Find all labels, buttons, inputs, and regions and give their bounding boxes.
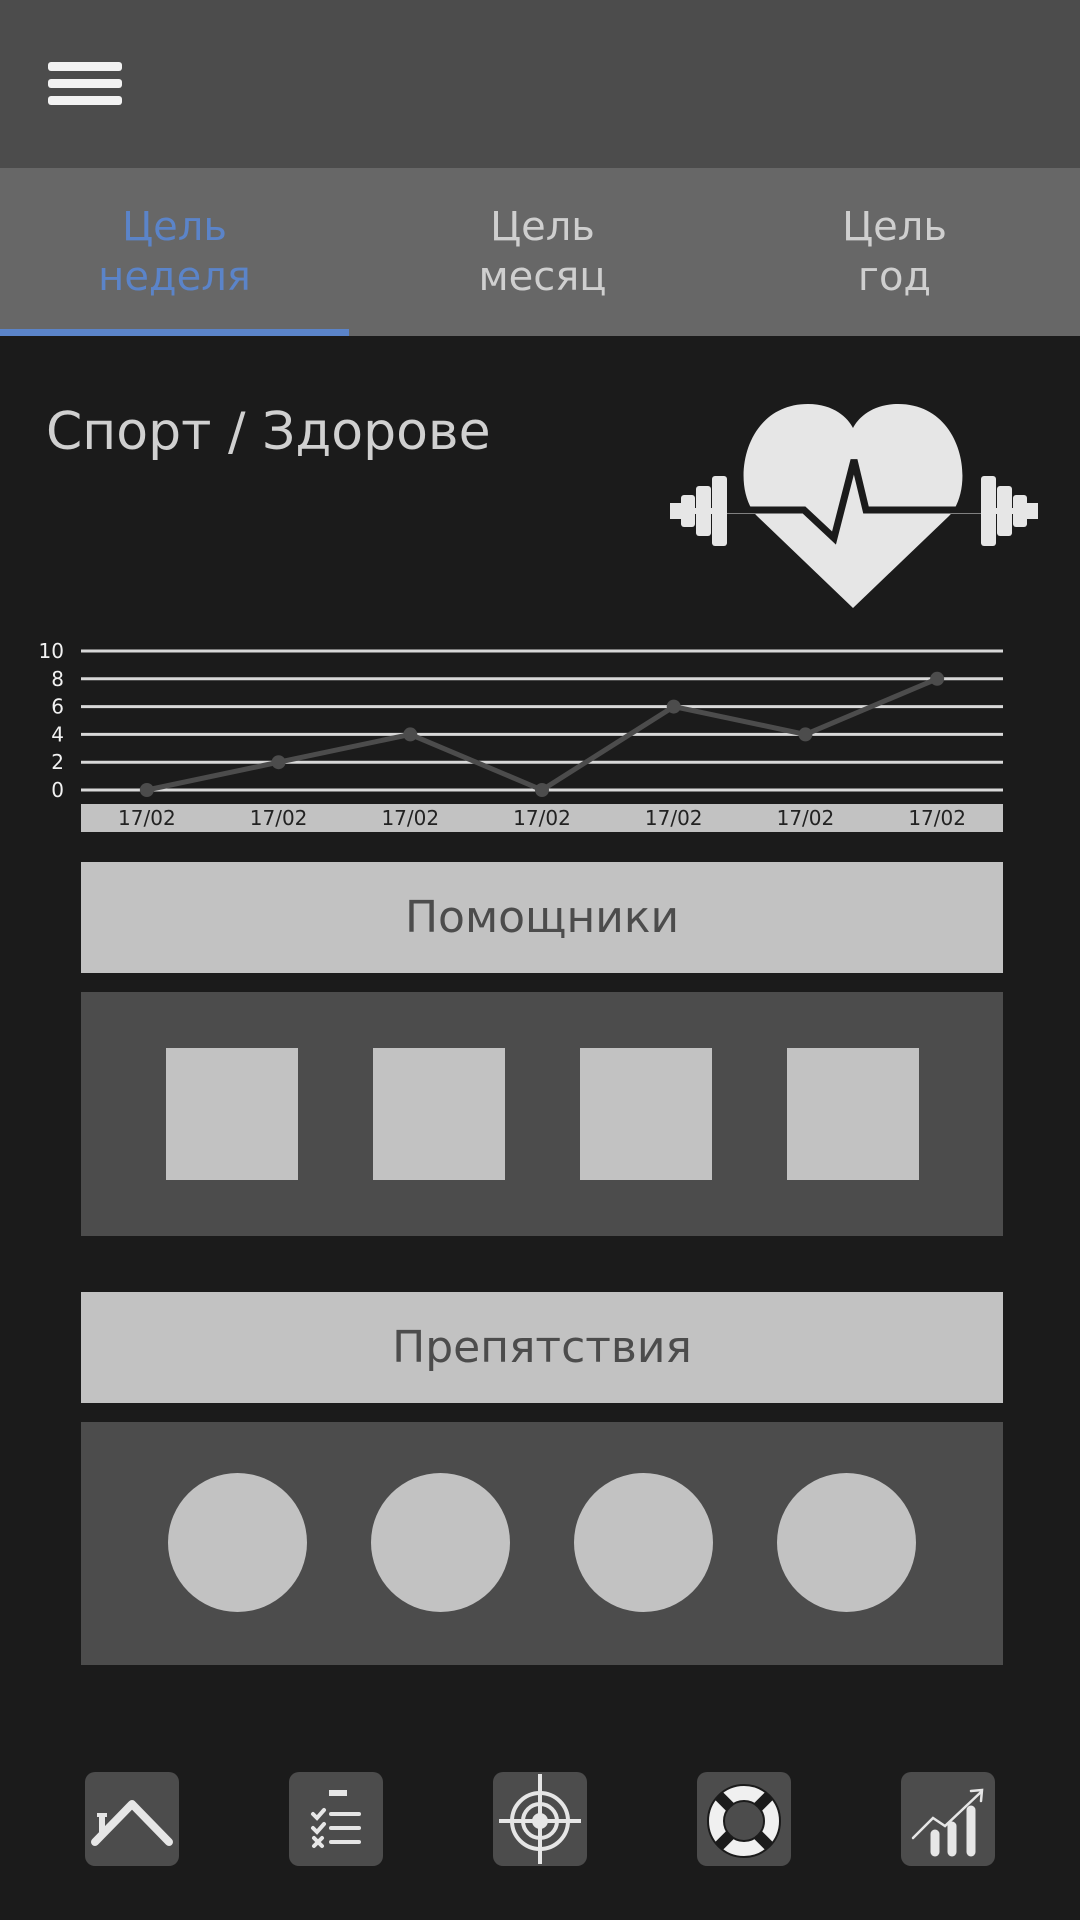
- tab-year-goal[interactable]: Цель год: [722, 168, 1067, 336]
- obstacle-slot[interactable]: [168, 1473, 307, 1612]
- helpers-panel: [81, 992, 1003, 1236]
- data-point[interactable]: [930, 671, 945, 686]
- y-tick-label: 2: [51, 750, 64, 774]
- tab-week-line2: неделя: [98, 254, 251, 300]
- x-tick-label: 17/02: [908, 806, 966, 830]
- y-tick-label: 0: [51, 778, 64, 802]
- helper-slot[interactable]: [787, 1048, 919, 1180]
- growth-chart-icon[interactable]: [901, 1772, 995, 1866]
- data-point[interactable]: [535, 783, 549, 797]
- x-tick-label: 17/02: [777, 806, 835, 830]
- obstacles-header[interactable]: Препятствия: [81, 1292, 1003, 1403]
- tab-month-line2: месяц: [478, 254, 607, 300]
- checklist-icon[interactable]: [289, 1772, 383, 1866]
- data-point[interactable]: [666, 699, 681, 714]
- top-app-bar: [0, 0, 1080, 168]
- goal-period-tabs: Цель неделя Цель месяц Цель год: [0, 168, 1080, 336]
- obstacles-title: Препятствия: [392, 1322, 692, 1373]
- page-title: Спорт / Здорове: [46, 402, 491, 462]
- progress-line-chart: 10 8 6 4 2 0 17/02 17/02 17/02 17/02 17/02 17/02 17/…: [39, 639, 1003, 832]
- x-tick-label: 17/02: [250, 806, 308, 830]
- helper-slot[interactable]: [373, 1048, 505, 1180]
- tab-week-goal[interactable]: Цель неделя: [0, 168, 349, 336]
- y-tick-label: 8: [51, 667, 64, 691]
- y-tick-label: 10: [39, 639, 64, 663]
- helper-slot[interactable]: [166, 1048, 298, 1180]
- y-tick-label: 4: [51, 722, 64, 746]
- tab-year-line1: Цель: [842, 204, 947, 250]
- home-icon[interactable]: [85, 1772, 179, 1866]
- obstacle-slot[interactable]: [574, 1473, 713, 1612]
- heart-dumbbell-icon: [670, 404, 1038, 608]
- data-point[interactable]: [139, 783, 154, 797]
- helpers-title: Помощники: [404, 892, 680, 943]
- tab-week-line1: Цель: [122, 204, 227, 250]
- x-tick-label: 17/02: [381, 806, 439, 830]
- x-tick-label: 17/02: [118, 806, 176, 830]
- data-point[interactable]: [798, 727, 813, 742]
- obstacle-slot[interactable]: [371, 1473, 510, 1612]
- tab-month-line1: Цель: [490, 204, 595, 250]
- hamburger-menu-icon[interactable]: [48, 62, 122, 106]
- tab-year-line2: год: [857, 254, 932, 300]
- active-tab-indicator: [0, 329, 349, 336]
- obstacles-panel: [81, 1422, 1003, 1665]
- helper-slot[interactable]: [580, 1048, 712, 1180]
- x-tick-label: 17/02: [513, 806, 571, 830]
- helpers-header[interactable]: Помощники: [81, 862, 1003, 973]
- lifebuoy-icon[interactable]: [697, 1772, 791, 1866]
- data-point[interactable]: [403, 727, 418, 742]
- x-tick-label: 17/02: [645, 806, 703, 830]
- obstacle-slot[interactable]: [777, 1473, 916, 1612]
- target-icon[interactable]: [493, 1772, 587, 1866]
- data-point[interactable]: [271, 755, 286, 770]
- y-tick-label: 6: [51, 695, 64, 719]
- tab-month-goal[interactable]: Цель месяц: [370, 168, 715, 336]
